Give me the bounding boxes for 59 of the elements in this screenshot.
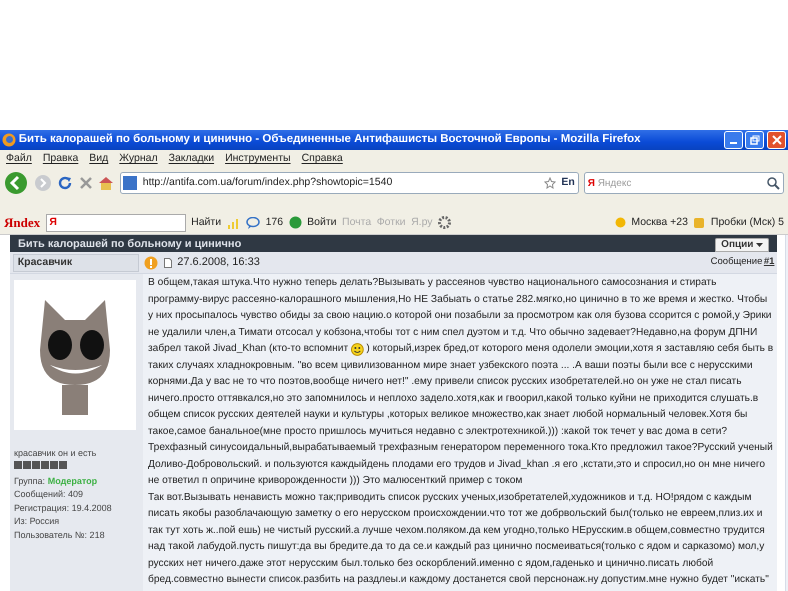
speech-bubble-icon <box>246 216 260 228</box>
group-label: Группа: <box>14 474 46 488</box>
search-icon[interactable] <box>767 176 780 190</box>
restore-icon <box>750 135 760 145</box>
member-info: Из: Россия <box>14 515 60 528</box>
topic-title: Бить калорашей по больному и цинично <box>18 236 242 252</box>
search-field[interactable]: Я <box>46 214 186 232</box>
reload-icon[interactable] <box>57 175 73 191</box>
menu-item[interactable]: Правка <box>42 151 78 167</box>
gear-icon <box>438 216 452 229</box>
comments-count[interactable]: 176 <box>266 214 284 230</box>
traffic-icon <box>693 216 706 228</box>
member-title: красавчик он и есть <box>14 446 98 460</box>
sun-icon <box>614 217 626 228</box>
user-icon <box>288 216 302 229</box>
firefox-icon <box>2 133 16 147</box>
menu-item[interactable]: Закладки <box>168 151 214 167</box>
member-info: Сообщений: 409 <box>14 488 84 501</box>
smiley-icon <box>350 342 364 356</box>
author-dropdown[interactable]: Красавчик <box>12 254 139 272</box>
back-button[interactable] <box>4 171 28 195</box>
warning-icon <box>144 256 158 270</box>
group-name: Модератор <box>48 474 98 488</box>
menu-item[interactable]: Вид <box>89 151 108 167</box>
post-number-link[interactable]: #1 <box>764 255 774 270</box>
menu-item[interactable]: Файл <box>6 151 32 167</box>
menu-item[interactable]: Справка <box>302 151 343 167</box>
window-title: Бить калорашей по больному и цинично - Объединенные Антифашисты Восточной Европы - Mozilla Firefox <box>18 132 642 148</box>
member-info: Регистрация: 19.4.2008 <box>14 502 113 515</box>
post-number-label: Сообщение <box>710 255 762 270</box>
post-text: таких случаях хладнокровным. "во всем цивилизованном мире знает узбекского поэта ... .А ваши поэты были все с нерусскими корнями.Да у вас не то что поэтов,вообще ничего нет!" .ему привели список русских изобретателей.но он уже не стал писать ничего.просто оттявкался,но это запомнилось и неплохо задело.хотя,как и гвоорил,какой только куйни не приходится слушать.в общем список русских деятелей науки и культуры ,которых великое множество,как знает любой нормальный человек.Хотя бы такое,самое банальное(мне просто пришлось мучиться недавно с электротехникой.))) :какой ток течет у вас дома в сети?Трехфазный синусоидальный,вырабатываемый трехфазным генератором переменного тока.Кто предложил такое?Русский ученый Доливо-Добровольский. и пользуются каждыйдень плодами его трудов и Jivad_khan .я его ,кстати,это и спросил,но он мне ничего не ответил п опричине криворожденности ))) Это малюсенткий пример с током <box>148 358 774 488</box>
post-text: забрел такой Jivad_Khan (кто-то вспомнит <box>148 342 348 356</box>
minimize-button[interactable] <box>724 131 742 149</box>
stop-icon[interactable] <box>78 176 92 190</box>
member-info: Пользователь №: 218 <box>14 528 106 542</box>
signal-icon <box>226 216 241 228</box>
minimize-icon <box>730 142 736 144</box>
document-icon <box>164 258 172 268</box>
yandex-logo[interactable]: Яndex <box>4 212 40 232</box>
login-button[interactable]: Войти <box>307 214 337 230</box>
restore-button[interactable] <box>745 131 764 149</box>
menu-item[interactable]: Инструменты <box>225 151 291 167</box>
close-icon <box>772 135 782 145</box>
traffic-link[interactable]: Пробки (Мск) 5 <box>710 214 784 230</box>
address-bar[interactable]: http://antifa.com.ua/forum/index.php?showtopic=1540 En <box>120 172 578 194</box>
search-field[interactable]: Я Яндекс <box>584 172 784 194</box>
site-icon <box>123 176 138 190</box>
caret-icon <box>756 243 764 247</box>
post-date: 27.6.2008, 16:33 <box>177 255 261 270</box>
star-icon[interactable] <box>544 177 556 189</box>
weather-link[interactable]: Москва +23 <box>631 214 688 230</box>
options-button[interactable]: Опции <box>715 238 770 252</box>
close-button[interactable] <box>767 131 786 149</box>
menu-item[interactable]: Журнал <box>119 151 158 167</box>
home-icon[interactable] <box>98 175 114 191</box>
post-text: Так вот.Вызывать ненависть можно так;приводить список русских ученых,изобретателей,художников и т.д. НО!рядом с каждым писать якобы разоблачающую заметку о его нерусском происхождении.что тот же добрвольский был(только не евреем,плиз.их и так тут хоть ж..пой ешь) не чистый русский.а лучше чехом.поляком.да кем угодно,только НЕрусским.в общем,совместно трудится над такой лабудой.пусть пишут:да вы бредите.да то да се.и каждый раз цинично посмеиваться(только с ядом и сарказомо) мол,у русских нет ничего.даже этот нерусским был.только без оскорблений.именно с ядом,гаденько и цинично.писать любой бред.совместно вынести список.разбить на раздлеы.и каждому достанется свой перснонаж.ну допустим.мне нужно будет "искать" <box>148 490 770 587</box>
post-text: ) который,изрек бред,от которого меня одолели эмоции,хотя я заставляю себя быть в <box>366 342 774 356</box>
find-button[interactable]: Найти <box>191 214 222 230</box>
rating-pips-icon <box>14 460 69 469</box>
